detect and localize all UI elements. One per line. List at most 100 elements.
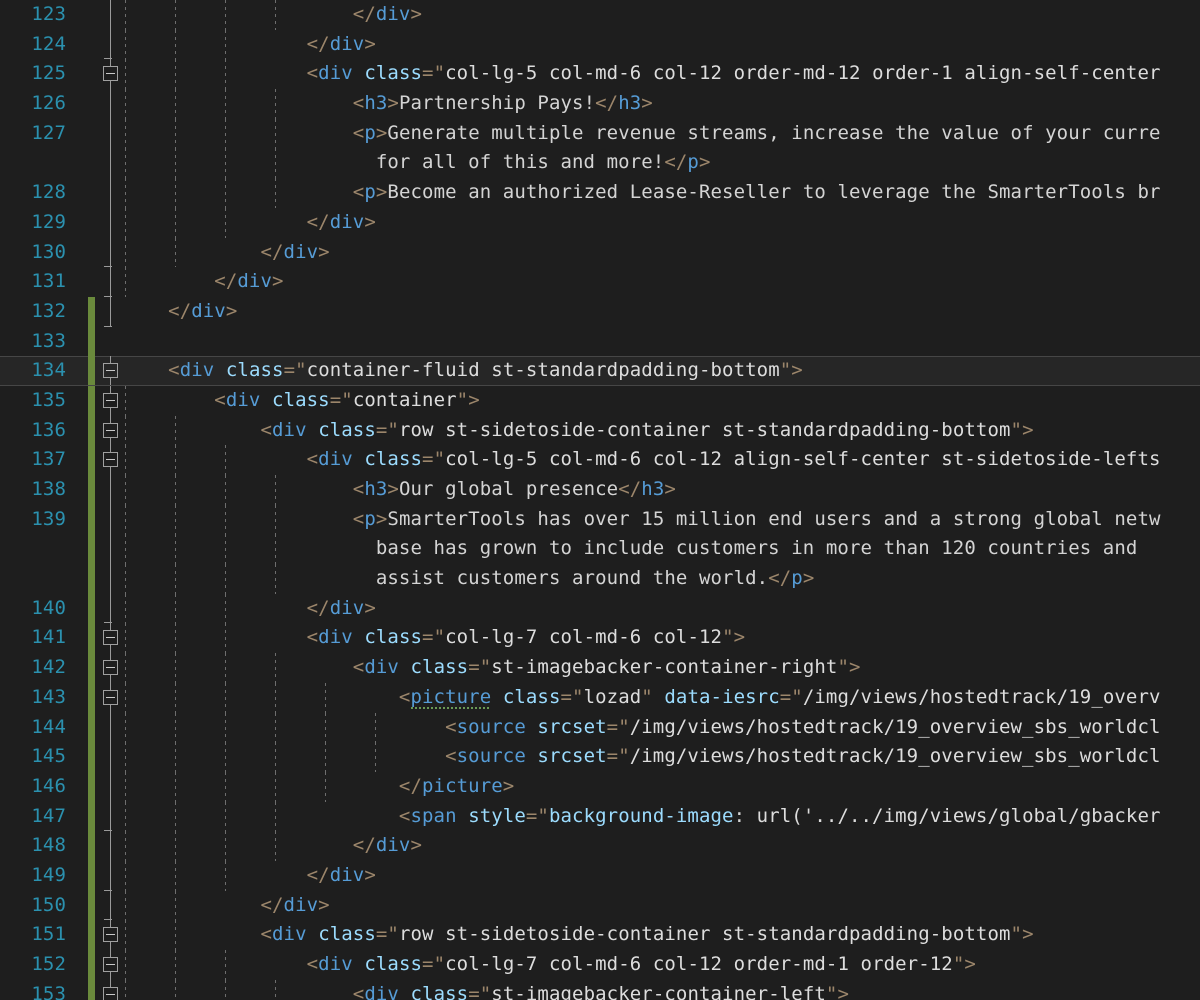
code-text[interactable]: </div> <box>122 208 376 238</box>
fold-guide-line <box>110 801 111 832</box>
code-line[interactable]: for all of this and more!</p> <box>0 148 1200 179</box>
code-text[interactable]: <div class="col-lg-7 col-md-6 col-12"> <box>122 623 745 653</box>
code-editor-viewport[interactable]: 123 </div> 124 </div> 125 <div class="col-… <box>0 0 1200 1000</box>
token-tag: div <box>272 418 307 441</box>
code-line[interactable]: 140 </div> <box>0 593 1200 624</box>
token-txt: SmarterTools has over 15 million end use… <box>387 507 1161 530</box>
code-text[interactable]: <div class="col-lg-7 col-md-6 col-12 ord… <box>122 950 976 980</box>
code-text[interactable]: <p>Become an authorized Lease-Reseller t… <box>122 178 1161 208</box>
code-text[interactable]: <div class="col-lg-5 col-md-6 col-12 ord… <box>122 59 1161 89</box>
code-text[interactable]: </div> <box>122 297 237 327</box>
code-line[interactable]: 143 <picture class="lozad" data-iesrc="/… <box>0 682 1200 713</box>
code-line[interactable]: 135 <div class="container"> <box>0 385 1200 416</box>
code-text[interactable]: </div> <box>122 0 422 30</box>
fold-collapse-icon[interactable] <box>103 363 118 379</box>
token-pun: "> <box>722 626 746 649</box>
fold-collapse-icon[interactable] <box>103 957 118 972</box>
fold-collapse-icon[interactable] <box>103 986 118 1000</box>
change-bar-modified <box>88 534 95 565</box>
fold-collapse-icon[interactable] <box>103 630 118 646</box>
fold-collapse-icon[interactable] <box>103 689 118 705</box>
code-text[interactable]: base has grown to include customers in m… <box>122 534 1149 564</box>
code-text[interactable]: <div class="row st-sidetoside-container … <box>122 416 1034 446</box>
code-text[interactable]: <h3>Our global presence</h3> <box>122 475 676 505</box>
code-text[interactable]: <div class="container-fluid st-standardp… <box>122 356 803 386</box>
code-line[interactable]: 133 <box>0 326 1200 357</box>
code-line[interactable]: 137 <div class="col-lg-5 col-md-6 col-12… <box>0 445 1200 475</box>
fold-collapse-icon[interactable] <box>103 660 118 676</box>
token-pun: < <box>122 478 365 500</box>
token-pun: </ <box>122 210 330 233</box>
code-line[interactable]: 136 <div class="row st-sidetoside-contai… <box>0 415 1200 446</box>
token-attr: class <box>225 359 284 382</box>
fold-guide-line <box>110 564 111 594</box>
code-text[interactable]: <div class="row st-sidetoside-container … <box>122 920 1034 950</box>
fold-collapse-icon[interactable] <box>103 927 118 943</box>
code-line[interactable]: 144 <source srcset="/img/views/hostedtra… <box>0 712 1200 743</box>
code-text[interactable]: </picture> <box>122 772 514 802</box>
code-line[interactable]: 129 </div> <box>0 207 1200 238</box>
code-text[interactable]: </div> <box>122 594 376 624</box>
code-line[interactable]: 145 <source srcset="/img/views/hostedtra… <box>0 742 1200 772</box>
code-line[interactable]: 151 <div class="row st-sidetoside-contai… <box>0 920 1200 950</box>
fold-collapse-icon[interactable] <box>103 392 118 408</box>
token-pun: </ <box>122 3 376 25</box>
code-text[interactable]: <source srcset="/img/views/hostedtrack/1… <box>122 742 1161 772</box>
code-line[interactable]: 127 <p>Generate multiple revenue streams… <box>0 118 1200 149</box>
code-line[interactable]: assist customers around the world.</p> <box>0 564 1200 594</box>
code-text[interactable]: for all of this and more!</p> <box>122 148 711 178</box>
line-number: 138 <box>31 478 66 500</box>
code-line[interactable]: 149 </div> <box>0 860 1200 891</box>
code-line[interactable]: 138 <h3>Our global presence</h3> <box>0 475 1200 505</box>
code-line[interactable]: 131 </div> <box>0 267 1200 297</box>
change-bar-modified <box>88 593 95 624</box>
code-line[interactable]: 124 </div> <box>0 29 1200 60</box>
token-pun: "> <box>1010 923 1034 946</box>
code-line[interactable]: 147 <span style="background-image: url('… <box>0 801 1200 832</box>
code-text[interactable]: </div> <box>122 238 330 268</box>
token-attr: srcset <box>537 745 607 768</box>
code-line[interactable]: 134 <div class="container-fluid st-stand… <box>0 356 1200 386</box>
code-text[interactable]: <source srcset="/img/views/hostedtrack/1… <box>122 713 1161 743</box>
code-line[interactable]: 148 </div> <box>0 831 1200 861</box>
code-text[interactable]: </div> <box>122 861 376 891</box>
code-text[interactable]: </div> <box>122 30 376 60</box>
code-text[interactable]: <div class="col-lg-5 col-md-6 col-12 ali… <box>122 445 1161 475</box>
fold-collapse-icon[interactable] <box>103 422 118 438</box>
code-line[interactable]: 128 <p>Become an authorized Lease-Resell… <box>0 178 1200 208</box>
code-text[interactable]: </div> <box>122 831 422 861</box>
token-pun: > <box>387 92 399 115</box>
code-text[interactable]: <p>SmarterTools has over 15 million end … <box>122 505 1161 535</box>
code-line[interactable]: base has grown to include customers in m… <box>0 534 1200 565</box>
code-line[interactable]: 142 <div class="st-imagebacker-container… <box>0 653 1200 683</box>
code-line[interactable]: 152 <div class="col-lg-7 col-md-6 col-12… <box>0 950 1200 980</box>
code-line[interactable]: 141 <div class="col-lg-7 col-md-6 col-12… <box>0 623 1200 654</box>
code-line[interactable]: 153 <div class="st-imagebacker-container… <box>0 979 1200 1000</box>
code-text[interactable]: </div> <box>122 267 284 297</box>
code-line[interactable]: 132 </div> <box>0 296 1200 327</box>
fold-collapse-icon[interactable] <box>103 66 118 82</box>
code-text[interactable]: <picture class="lozad" data-iesrc="/img/… <box>122 683 1161 713</box>
change-bar-modified <box>88 326 95 357</box>
code-text[interactable]: <span style="background-image: url('../.… <box>122 802 1161 832</box>
code-line[interactable]: 139 <p>SmarterTools has over 15 million … <box>0 504 1200 535</box>
code-line[interactable]: 125 <div class="col-lg-5 col-md-6 col-12… <box>0 59 1200 90</box>
code-text[interactable]: <div class="st-imagebacker-container-lef… <box>122 980 849 1000</box>
code-text[interactable]: <div class="container"> <box>122 386 480 416</box>
token-val: col-lg-5 col-md-6 col-12 align-self-cent… <box>445 448 1161 471</box>
code-line[interactable]: 130 </div> <box>0 237 1200 268</box>
code-text[interactable]: <h3>Partnership Pays!</h3> <box>122 89 653 119</box>
code-text[interactable]: <p>Generate multiple revenue streams, in… <box>122 119 1161 149</box>
code-text[interactable]: assist customers around the world.</p> <box>122 564 814 594</box>
token-pun: > <box>364 32 376 55</box>
fold-collapse-icon[interactable] <box>103 452 118 468</box>
code-line[interactable]: 146 </picture> <box>0 771 1200 802</box>
code-line[interactable]: 123 </div> <box>0 0 1200 30</box>
code-line[interactable]: 126 <h3>Partnership Pays!</h3> <box>0 89 1200 119</box>
token-pun: </ <box>122 270 238 293</box>
code-line[interactable]: 150 </div> <box>0 890 1200 921</box>
token-tag: picture <box>410 685 492 712</box>
code-text[interactable]: <div class="st-imagebacker-container-rig… <box>122 653 861 683</box>
code-text[interactable]: </div> <box>122 891 330 921</box>
